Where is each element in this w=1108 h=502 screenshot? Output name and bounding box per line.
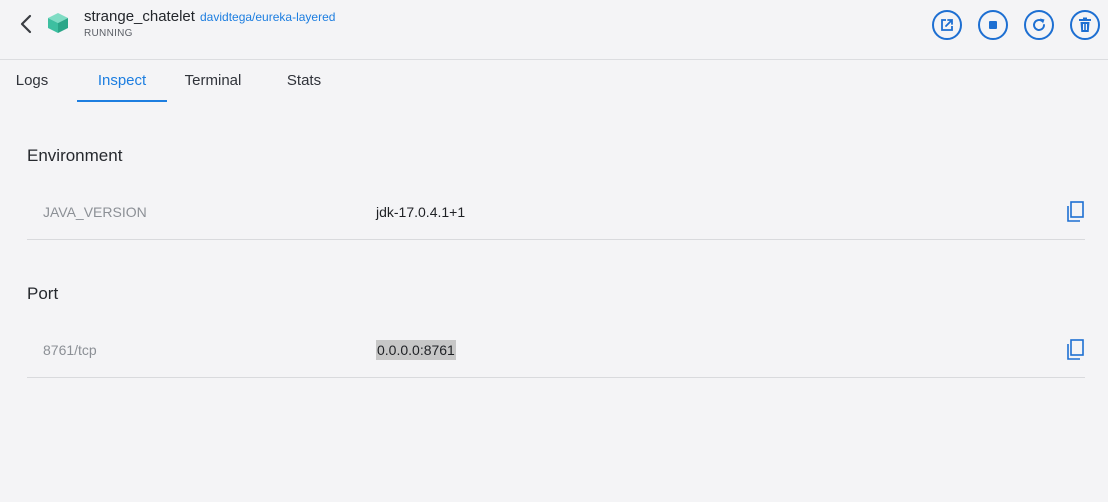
restart-icon xyxy=(1033,18,1045,31)
restart-button[interactable] xyxy=(1024,10,1054,40)
port-key: 8761/tcp xyxy=(43,342,97,358)
container-header: strange_chatelet davidtega/eureka-layere… xyxy=(0,0,1108,60)
env-key: JAVA_VERSION xyxy=(43,204,147,220)
tab-stats[interactable]: Stats xyxy=(274,60,334,102)
copy-icon[interactable] xyxy=(1065,201,1085,223)
tab-terminal[interactable]: Terminal xyxy=(173,60,253,102)
container-name: strange_chatelet xyxy=(84,8,195,25)
image-link[interactable]: davidtega/eureka-layered xyxy=(200,10,335,24)
container-icon xyxy=(48,13,68,33)
environment-section-title: Environment xyxy=(27,146,123,165)
port-section-title: Port xyxy=(27,284,59,303)
tab-inspect[interactable]: Inspect xyxy=(77,60,167,102)
chevron-left-icon xyxy=(20,14,32,34)
open-in-browser-button[interactable] xyxy=(932,10,962,40)
status-label: RUNNING xyxy=(84,28,133,39)
copy-icon[interactable] xyxy=(1065,339,1085,361)
delete-button[interactable] xyxy=(1070,10,1100,40)
port-value[interactable]: 0.0.0.0:8761 xyxy=(376,340,456,360)
port-row: 8761/tcp 0.0.0.0:8761 xyxy=(27,324,1085,378)
back-button[interactable] xyxy=(16,12,36,36)
env-row: JAVA_VERSION jdk-17.0.4.1+1 xyxy=(27,186,1085,240)
tab-bar: Logs Inspect Terminal Stats xyxy=(0,60,1108,102)
stop-button[interactable] xyxy=(978,10,1008,40)
container-actions xyxy=(932,10,1100,40)
env-value: jdk-17.0.4.1+1 xyxy=(376,204,466,220)
trash-icon xyxy=(1079,17,1091,32)
open-external-icon xyxy=(941,19,953,31)
stop-icon xyxy=(989,21,997,29)
tab-logs[interactable]: Logs xyxy=(0,60,64,102)
